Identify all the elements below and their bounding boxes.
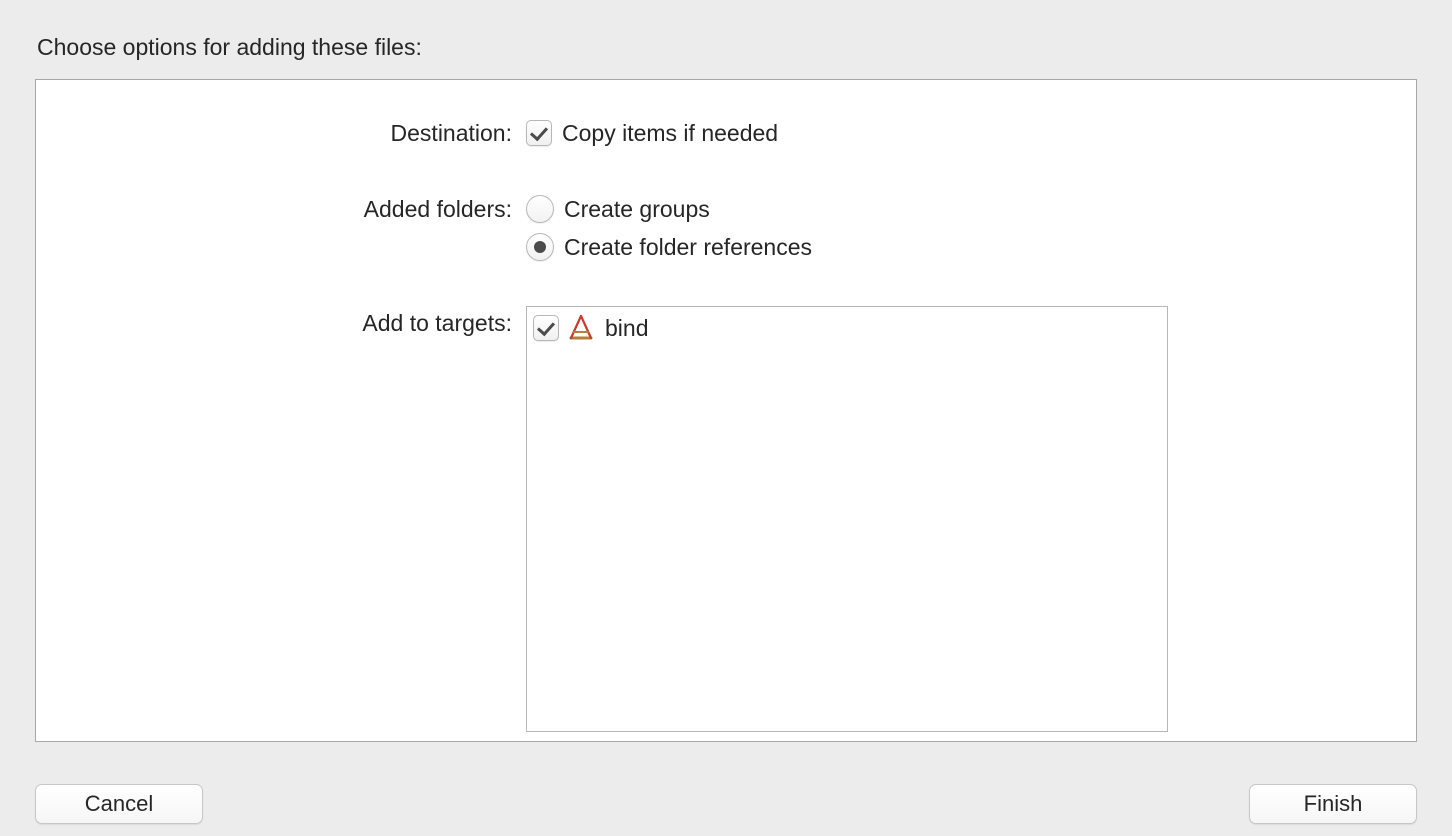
add-to-targets-label: Add to targets: xyxy=(66,306,526,340)
copy-items-label: Copy items if needed xyxy=(562,120,778,147)
options-panel: Destination: Copy items if needed Added … xyxy=(35,79,1417,742)
dialog-footer: Cancel Finish xyxy=(35,742,1417,828)
destination-label: Destination: xyxy=(66,116,526,150)
added-folders-row: Added folders: Create groups Create fold… xyxy=(66,192,1386,268)
target-name: bind xyxy=(605,315,648,342)
targets-list[interactable]: bind xyxy=(526,306,1168,732)
create-groups-radio[interactable] xyxy=(526,195,554,223)
destination-row: Destination: Copy items if needed xyxy=(66,116,1386,154)
create-folder-references-radio[interactable] xyxy=(526,233,554,261)
create-groups-label: Create groups xyxy=(564,196,710,223)
copy-items-option[interactable]: Copy items if needed xyxy=(526,116,1386,150)
create-groups-option[interactable]: Create groups xyxy=(526,192,1386,226)
add-to-targets-row: Add to targets: bind xyxy=(66,306,1386,732)
app-icon xyxy=(567,314,595,342)
cancel-button[interactable]: Cancel xyxy=(35,784,203,824)
target-row[interactable]: bind xyxy=(533,311,1161,345)
copy-items-checkbox[interactable] xyxy=(526,120,552,146)
create-folder-references-label: Create folder references xyxy=(564,234,812,261)
finish-button[interactable]: Finish xyxy=(1249,784,1417,824)
added-folders-label: Added folders: xyxy=(66,192,526,226)
target-checkbox[interactable] xyxy=(533,315,559,341)
create-folder-references-option[interactable]: Create folder references xyxy=(526,230,1386,264)
add-files-options-dialog: Choose options for adding these files: D… xyxy=(0,0,1452,836)
dialog-title: Choose options for adding these files: xyxy=(37,34,1417,61)
